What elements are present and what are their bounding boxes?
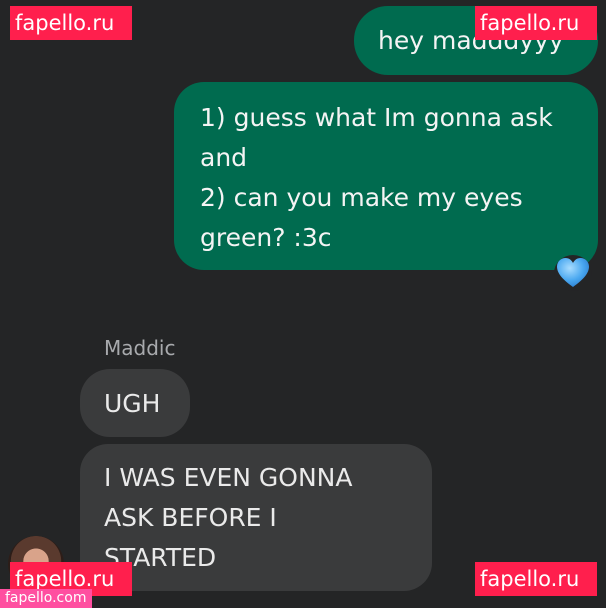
watermark: fapello.ru (10, 6, 132, 40)
incoming-message[interactable]: UGH (80, 369, 190, 437)
watermark: fapello.ru (475, 6, 597, 40)
blue-heart-icon (557, 258, 589, 287)
incoming-message[interactable]: I WAS EVEN GONNA ASK BEFORE I STARTED (80, 444, 432, 591)
message-reaction[interactable] (554, 255, 592, 291)
outgoing-message[interactable]: 1) guess what Im gonna ask and 2) can yo… (174, 82, 598, 270)
sender-name: Maddic (104, 336, 176, 360)
watermark: fapello.ru (475, 562, 597, 596)
watermark: fapello.com (0, 589, 92, 608)
